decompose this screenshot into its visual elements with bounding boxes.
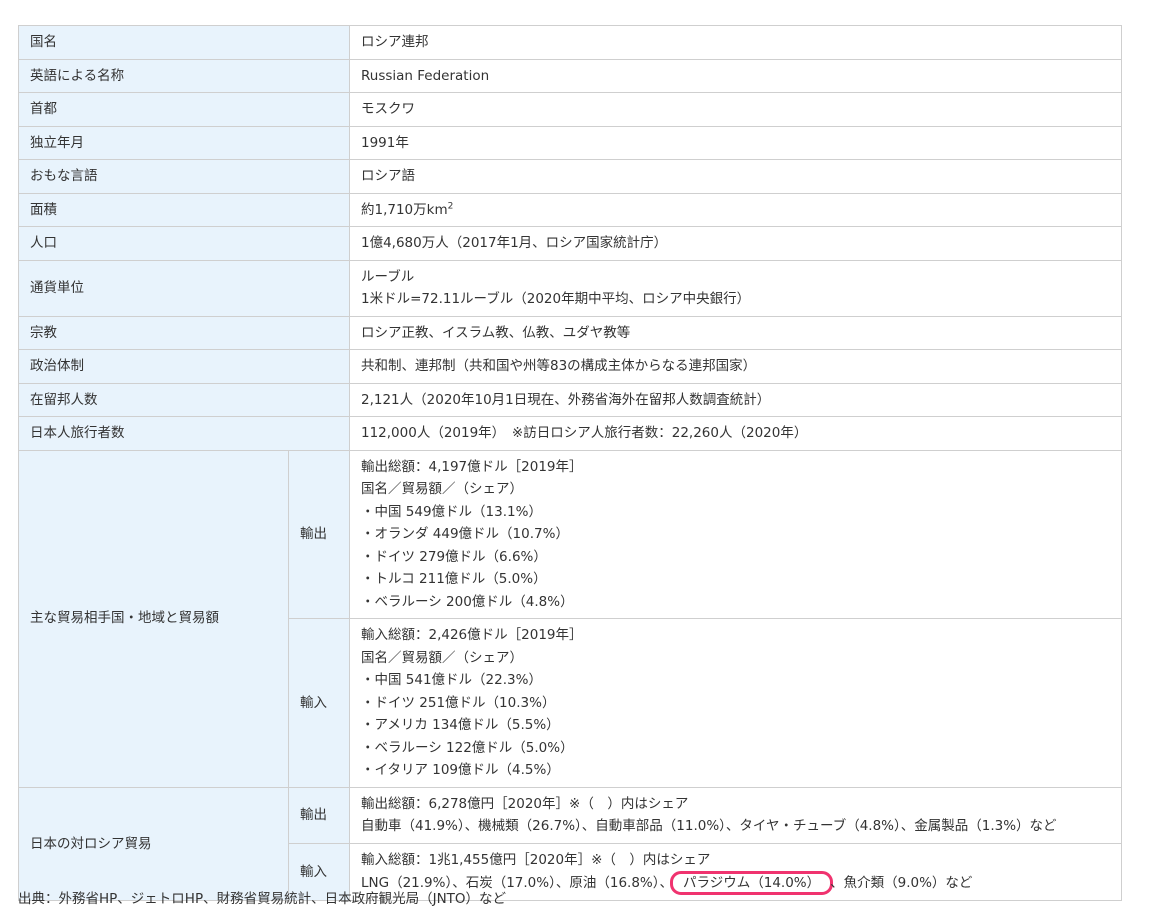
row-label: 英語による名称	[18, 58, 350, 93]
japan-trade-export-label: 輸出	[288, 786, 350, 844]
japan-trade-export-value: 輸出総額：6,278億円［2020年］※（ ）内はシェア 自動車（41.9%）、…	[349, 786, 1122, 844]
list-item: ・オランダ 449億ドル（10.7%）	[361, 526, 569, 542]
japan-trade-label: 日本の対ロシア貿易	[18, 786, 289, 901]
area-superscript: 2	[447, 201, 454, 211]
list-item: 国名／貿易額／（シェア）	[361, 649, 523, 666]
list-item: ・イタリア 109億ドル（4.5%）	[361, 762, 560, 778]
table-row: 面積 約1,710万km2	[18, 192, 1122, 227]
row-value: 1991年	[349, 125, 1122, 160]
list-item: ・ドイツ 279億ドル（6.6%）	[361, 548, 547, 565]
japan-import-total: 輸入総額：1兆1,455億円［2020年］※（ ）内はシェア	[361, 851, 711, 868]
row-label: 宗教	[18, 315, 350, 350]
list-item: 国名／貿易額／（シェア）	[361, 481, 523, 497]
row-label: おもな言語	[18, 159, 350, 194]
row-label: 政治体制	[18, 349, 350, 384]
table-row: 主な貿易相手国・地域と貿易額 輸出 輸出総額：4,197億ドル［2019年］ 国…	[18, 449, 1122, 788]
list-item: ・ベラルーシ 122億ドル（5.0%）	[361, 739, 574, 756]
list-item: ・中国 549億ドル（13.1%）	[361, 503, 542, 520]
row-value: 1億4,680万人（2017年1月、ロシア国家統計庁）	[349, 226, 1122, 261]
row-label: 日本人旅行者数	[18, 416, 350, 451]
area-value: 約1,710万km	[361, 201, 448, 218]
row-label: 在留邦人数	[18, 382, 350, 417]
table-row: 日本の対ロシア貿易 輸出 輸出総額：6,278億円［2020年］※（ ）内はシェ…	[18, 786, 1122, 901]
table-row: 国名 ロシア連邦	[18, 25, 1122, 60]
list-item: 輸出総額：4,197億ドル［2019年］	[361, 458, 583, 475]
country-info-table: 国名 ロシア連邦 英語による名称 Russian Federation 首都 モ…	[18, 25, 1122, 901]
table-row: 人口 1億4,680万人（2017年1月、ロシア国家統計庁）	[18, 226, 1122, 261]
row-label: 人口	[18, 226, 350, 261]
list-item: ・ドイツ 251億ドル（10.3%）	[361, 694, 556, 711]
table-row: 首都 モスクワ	[18, 92, 1122, 127]
row-label: 首都	[18, 92, 350, 127]
japan-export-total: 輸出総額：6,278億円［2020年］※（ ）内はシェア	[361, 795, 689, 812]
row-value: モスクワ	[349, 92, 1122, 127]
row-label: 通貨単位	[18, 259, 350, 317]
palladium-highlight: パラジウム（14.0%）	[670, 871, 834, 895]
row-value: Russian Federation	[349, 58, 1122, 93]
list-item: ・アメリカ 134億ドル（5.5%）	[361, 717, 560, 733]
currency-line: ルーブル	[361, 268, 415, 285]
trade-partners-import-value: 輸入総額：2,426億ドル［2019年］ 国名／貿易額／（シェア） ・中国 54…	[349, 618, 1122, 788]
row-value: 112,000人（2019年） ※訪日ロシア人旅行者数：22,260人（2020…	[349, 416, 1122, 451]
row-label: 面積	[18, 192, 350, 227]
table-row: 日本人旅行者数 112,000人（2019年） ※訪日ロシア人旅行者数：22,2…	[18, 416, 1122, 451]
table-row: 英語による名称 Russian Federation	[18, 58, 1122, 93]
list-item: ・ベラルーシ 200億ドル（4.8%）	[361, 593, 574, 610]
source-note: 出典：外務省HP、ジェトロHP、財務省貿易統計、日本政府観光局（JNTO）など	[18, 891, 507, 907]
trade-partners-export-value: 輸出総額：4,197億ドル［2019年］ 国名／貿易額／（シェア） ・中国 54…	[349, 449, 1122, 619]
table-row: 政治体制 共和制、連邦制（共和国や州等83の構成主体からなる連邦国家）	[18, 349, 1122, 384]
row-value: ロシア語	[349, 159, 1122, 194]
row-value: 共和制、連邦制（共和国や州等83の構成主体からなる連邦国家）	[349, 349, 1122, 384]
row-value: ロシア正教、イスラム教、仏教、ユダヤ教等	[349, 315, 1122, 350]
currency-line: 1米ドル=72.11ルーブル（2020年期中平均、ロシア中央銀行）	[361, 291, 751, 307]
list-item: ・中国 541億ドル（22.3%）	[361, 672, 542, 688]
list-item: 輸入総額：2,426億ドル［2019年］	[361, 627, 583, 643]
list-item: ・トルコ 211億ドル（5.0%）	[361, 571, 547, 587]
trade-partners-label: 主な貿易相手国・地域と貿易額	[18, 449, 289, 788]
table-row: 独立年月 1991年	[18, 125, 1122, 160]
japan-import-items-after: 、魚介類（9.0%）など	[830, 875, 973, 891]
row-value: ロシア連邦	[349, 25, 1122, 60]
trade-partners-import-label: 輸入	[288, 618, 350, 788]
table-row: 宗教 ロシア正教、イスラム教、仏教、ユダヤ教等	[18, 315, 1122, 350]
table-row: おもな言語 ロシア語	[18, 159, 1122, 194]
trade-partners-export-label: 輸出	[288, 449, 350, 619]
japan-export-items: 自動車（41.9%）、機械類（26.7%）、自動車部品（11.0%）、タイヤ・チ…	[361, 818, 1057, 834]
row-label: 国名	[18, 25, 350, 60]
table-row: 在留邦人数 2,121人（2020年10月1日現在、外務省海外在留邦人数調査統計…	[18, 382, 1122, 417]
row-value: 約1,710万km2	[349, 192, 1122, 227]
row-value: ルーブル 1米ドル=72.11ルーブル（2020年期中平均、ロシア中央銀行）	[349, 259, 1122, 317]
table-row: 通貨単位 ルーブル 1米ドル=72.11ルーブル（2020年期中平均、ロシア中央…	[18, 259, 1122, 317]
row-label: 独立年月	[18, 125, 350, 160]
row-value: 2,121人（2020年10月1日現在、外務省海外在留邦人数調査統計）	[349, 382, 1122, 417]
